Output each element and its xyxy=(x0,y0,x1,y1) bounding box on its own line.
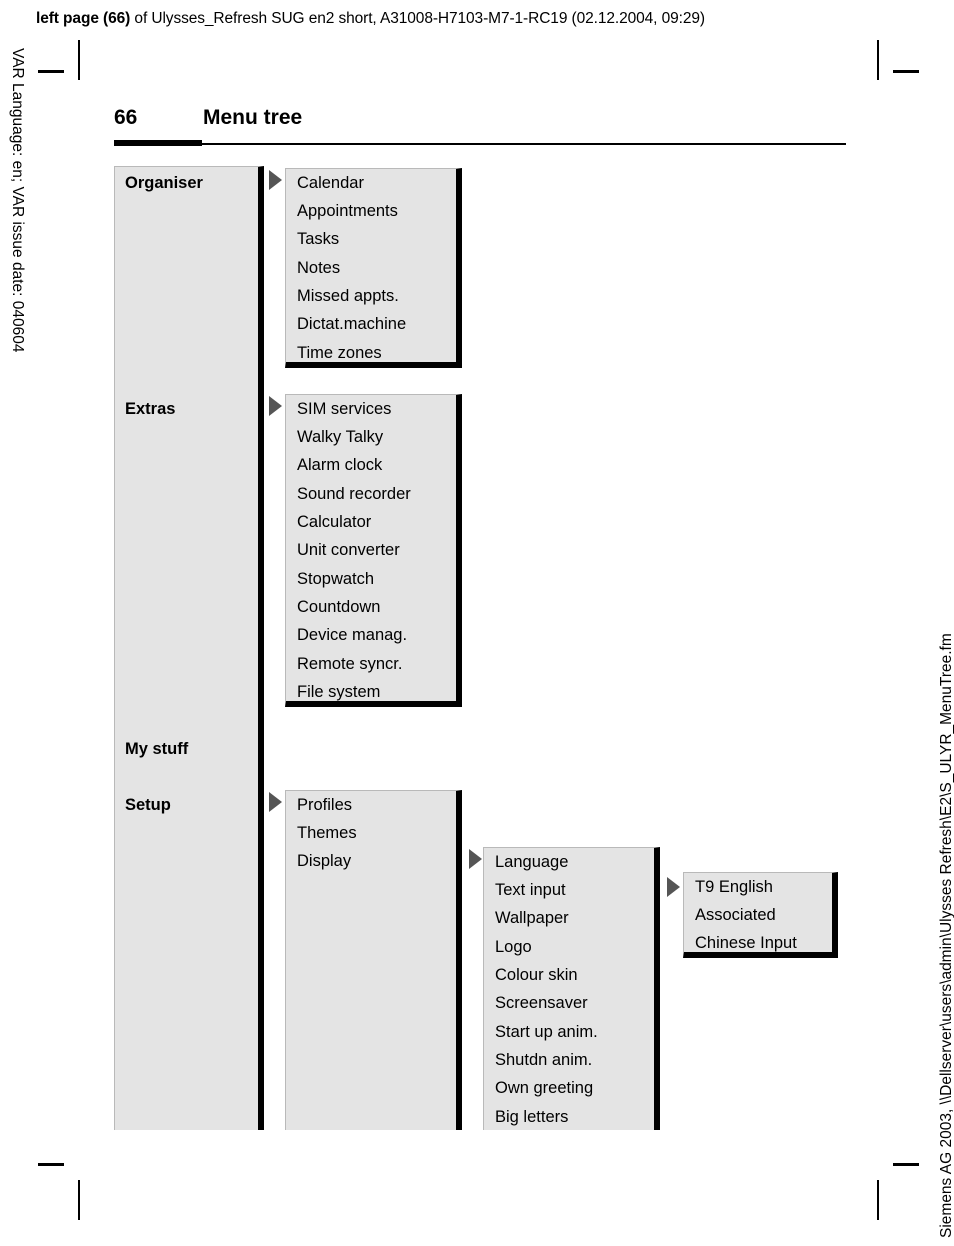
submenu-item-time-zones[interactable]: Time zones xyxy=(297,345,382,362)
header-rule-thin xyxy=(202,143,846,145)
submenu-item-calendar[interactable]: Calendar xyxy=(297,175,364,192)
submenu-item-t9-english[interactable]: T9 English xyxy=(695,879,773,896)
submenu-item-own-greeting[interactable]: Own greeting xyxy=(495,1080,593,1097)
submenu-display: Language Text input Wallpaper Logo Colou… xyxy=(483,847,660,1130)
submenu-item-appointments[interactable]: Appointments xyxy=(297,203,398,220)
submenu-item-missed-appts[interactable]: Missed appts. xyxy=(297,288,399,305)
submenu-item-countdown[interactable]: Countdown xyxy=(297,599,380,616)
menu-column-level1: Organiser Extras My stuff Setup xyxy=(114,166,264,1130)
expand-arrow-extras xyxy=(269,396,282,416)
submenu-item-stopwatch[interactable]: Stopwatch xyxy=(297,571,374,588)
crop-mark-bottom-right-v xyxy=(877,1180,879,1220)
submenu-extras: SIM services Walky Talky Alarm clock Sou… xyxy=(285,394,462,707)
crop-mark-top-left-v xyxy=(78,40,80,80)
submenu-item-wallpaper[interactable]: Wallpaper xyxy=(495,910,569,927)
submenu-item-tasks[interactable]: Tasks xyxy=(297,231,339,248)
submenu-item-walky-talky[interactable]: Walky Talky xyxy=(297,429,383,446)
submenu-item-calculator[interactable]: Calculator xyxy=(297,514,371,531)
expand-arrow-setup xyxy=(269,792,282,812)
submenu-item-notes[interactable]: Notes xyxy=(297,260,340,277)
submenu-item-chinese-input[interactable]: Chinese Input xyxy=(695,935,797,952)
document-page: left page (66) of Ulysses_Refresh SUG en… xyxy=(0,0,954,1246)
crop-mark-bottom-left-v xyxy=(78,1180,80,1220)
proof-header-rest: of Ulysses_Refresh SUG en2 short, A31008… xyxy=(130,10,705,27)
submenu-item-unit-converter[interactable]: Unit converter xyxy=(297,542,400,559)
submenu-item-sim-services[interactable]: SIM services xyxy=(297,401,391,418)
submenu-item-themes[interactable]: Themes xyxy=(297,825,357,842)
submenu-text-input: T9 English Associated Chinese Input xyxy=(683,872,838,958)
expand-arrow-display xyxy=(469,849,482,869)
submenu-item-display[interactable]: Display xyxy=(297,853,351,870)
submenu-item-remote-syncr[interactable]: Remote syncr. xyxy=(297,656,402,673)
crop-mark-bottom-left-h xyxy=(38,1163,64,1166)
expand-arrow-text-input xyxy=(667,877,680,897)
submenu-item-colour-skin[interactable]: Colour skin xyxy=(495,967,578,984)
menu-item-organiser[interactable]: Organiser xyxy=(125,175,203,192)
crop-mark-top-left-h xyxy=(38,70,64,73)
menu-item-my-stuff[interactable]: My stuff xyxy=(125,741,188,758)
side-text-left: VAR Language: en; VAR issue date: 040604 xyxy=(9,48,26,353)
submenu-item-associated[interactable]: Associated xyxy=(695,907,776,924)
header-rule-thick xyxy=(114,140,202,146)
submenu-item-dictat-machine[interactable]: Dictat.machine xyxy=(297,316,406,333)
crop-mark-bottom-right-h xyxy=(893,1163,919,1166)
submenu-item-start-up-anim[interactable]: Start up anim. xyxy=(495,1024,598,1041)
submenu-item-text-input[interactable]: Text input xyxy=(495,882,566,899)
page-number: 66 xyxy=(114,106,138,129)
menu-item-setup[interactable]: Setup xyxy=(125,797,171,814)
submenu-organiser: Calendar Appointments Tasks Notes Missed… xyxy=(285,168,462,368)
submenu-item-language[interactable]: Language xyxy=(495,854,568,871)
expand-arrow-organiser xyxy=(269,170,282,190)
submenu-item-big-letters[interactable]: Big letters xyxy=(495,1109,568,1126)
proof-header-bold: left page (66) xyxy=(36,10,131,27)
proof-header: left page (66) of Ulysses_Refresh SUG en… xyxy=(36,10,705,28)
submenu-item-profiles[interactable]: Profiles xyxy=(297,797,352,814)
crop-mark-top-right-h xyxy=(893,70,919,73)
submenu-item-device-manag[interactable]: Device manag. xyxy=(297,627,407,644)
submenu-item-sound-recorder[interactable]: Sound recorder xyxy=(297,486,411,503)
crop-mark-top-right-v xyxy=(877,40,879,80)
page-title: Menu tree xyxy=(203,106,303,129)
submenu-item-shutdn-anim[interactable]: Shutdn anim. xyxy=(495,1052,592,1069)
submenu-item-alarm-clock[interactable]: Alarm clock xyxy=(297,457,382,474)
side-text-right: Siemens AG 2003, \\Dellserver\users\admi… xyxy=(938,633,954,1238)
menu-item-extras[interactable]: Extras xyxy=(125,401,175,418)
submenu-item-screensaver[interactable]: Screensaver xyxy=(495,995,588,1012)
submenu-item-file-system[interactable]: File system xyxy=(297,684,380,701)
submenu-setup: Profiles Themes Display xyxy=(285,790,462,1130)
submenu-item-logo[interactable]: Logo xyxy=(495,939,532,956)
